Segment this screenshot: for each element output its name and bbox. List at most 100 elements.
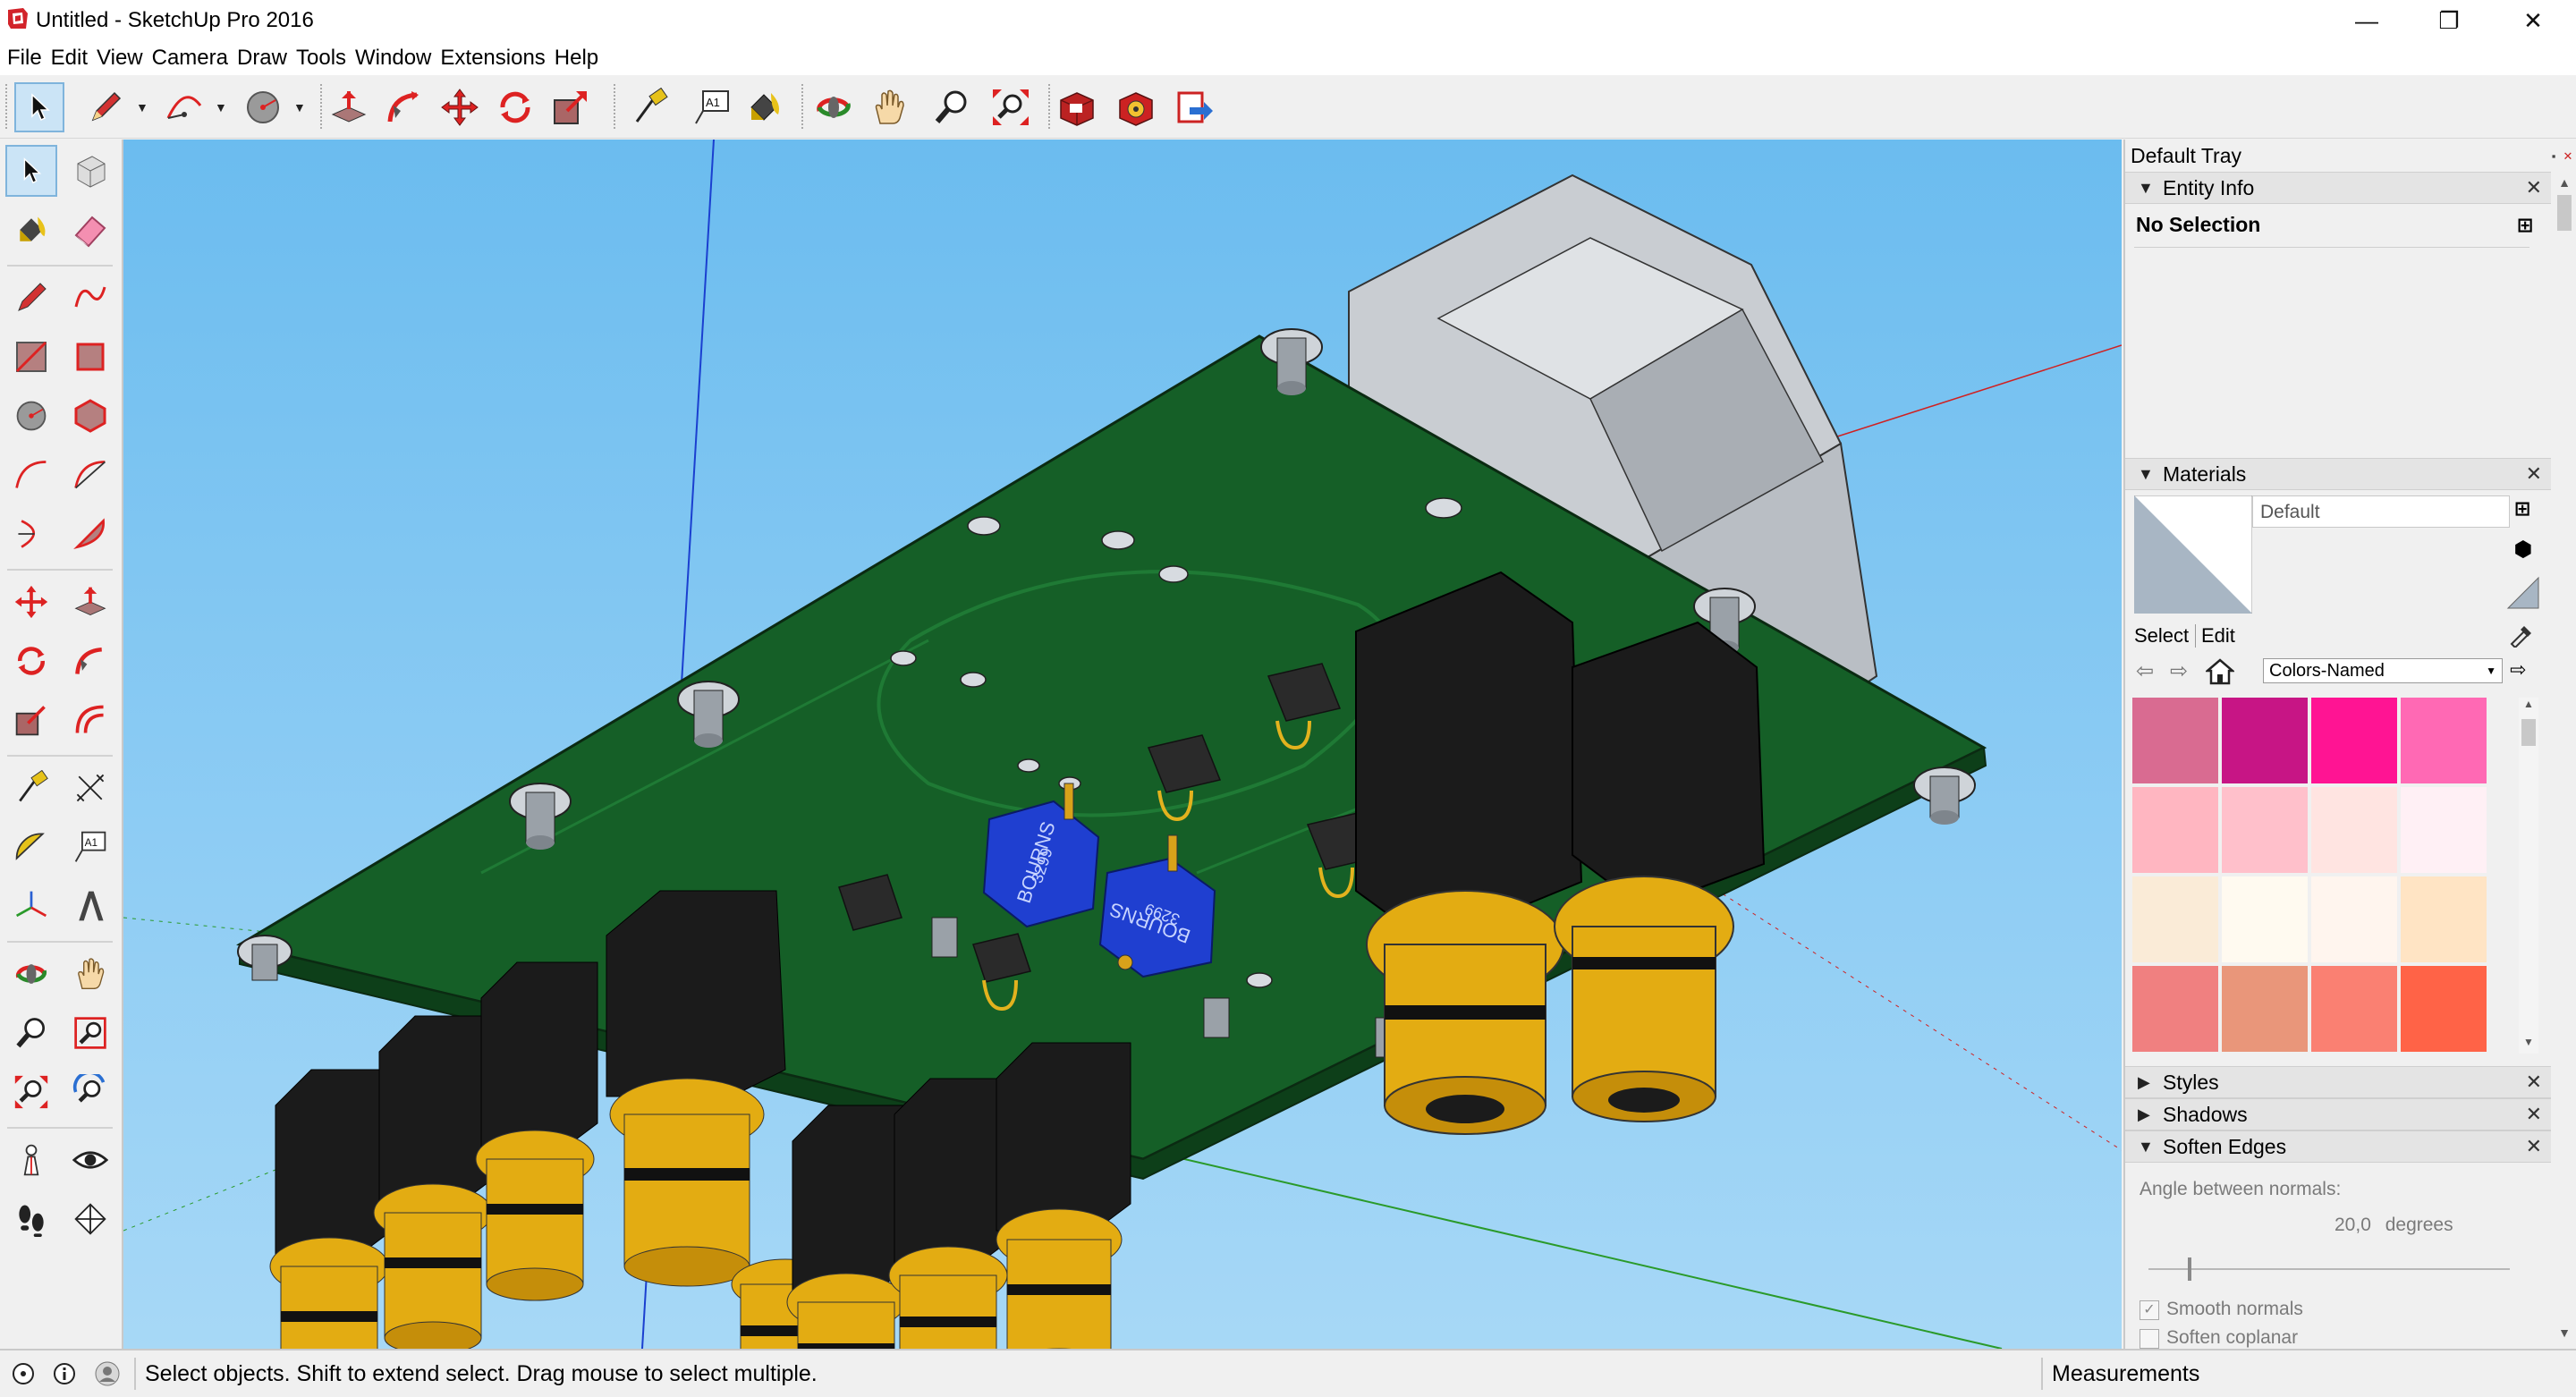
user-account-icon[interactable] (93, 1359, 122, 1388)
two-point-arc-tool-button[interactable] (64, 449, 116, 501)
menu-window[interactable]: Window (351, 41, 436, 75)
material-swatch[interactable] (2132, 876, 2218, 962)
scroll-down-icon[interactable]: ▼ (2553, 1322, 2576, 1343)
panel-close-icon[interactable]: ✕ (2526, 1131, 2542, 1162)
minimize-button[interactable]: — (2326, 0, 2408, 41)
eyedropper-icon[interactable] (2508, 621, 2535, 648)
zoom-extents-tool-button[interactable] (5, 1066, 57, 1118)
arc-tool-button[interactable] (159, 82, 209, 132)
rotated-rectangle-tool-button[interactable] (64, 331, 116, 383)
menu-edit[interactable]: Edit (47, 41, 92, 75)
push-pull-tool-button[interactable] (64, 576, 116, 628)
material-swatch[interactable] (2222, 787, 2308, 873)
maximize-button[interactable]: ❐ (2408, 0, 2490, 41)
toolbar-grip[interactable] (614, 84, 619, 129)
details-toggle-icon[interactable]: ⊞ (2515, 213, 2535, 238)
model-scene[interactable]: BOURNS 3299 BOURNS 3299 (123, 140, 2122, 1349)
3d-warehouse-button[interactable] (1052, 82, 1102, 132)
home-icon[interactable] (2206, 658, 2234, 685)
credits-info-icon[interactable] (50, 1359, 79, 1388)
scroll-up-icon[interactable]: ▲ (2519, 698, 2538, 710)
material-swatch[interactable] (2401, 876, 2487, 962)
protractor-tool-button[interactable] (5, 821, 57, 873)
pencil-line-tool-button[interactable] (5, 272, 57, 324)
create-material-icon[interactable]: ⊞ (2512, 497, 2533, 521)
menu-camera[interactable]: Camera (148, 41, 233, 75)
material-swatch[interactable] (2401, 966, 2487, 1052)
orbit-tool-button[interactable] (809, 82, 859, 132)
tape-measure-tool-button[interactable] (5, 762, 57, 814)
close-button[interactable]: ✕ (2492, 0, 2574, 41)
follow-me-tool-button[interactable] (64, 635, 116, 687)
tray-scrollbar[interactable]: ▲ ▼ (2553, 172, 2576, 1343)
make-component-button[interactable] (64, 145, 116, 197)
material-swatch[interactable] (2311, 787, 2397, 873)
rotate-tool-button[interactable] (5, 635, 57, 687)
material-swatch[interactable] (2311, 966, 2397, 1052)
material-swatch[interactable] (2311, 698, 2397, 783)
scroll-down-icon[interactable]: ▼ (2519, 1036, 2538, 1048)
freehand-tool-button[interactable] (64, 272, 116, 324)
material-swatch[interactable] (2311, 876, 2397, 962)
move-tool-button[interactable] (5, 576, 57, 628)
previous-view-button[interactable] (64, 1066, 116, 1118)
panel-close-icon[interactable]: ✕ (2526, 1067, 2542, 1097)
circle-dropdown-arrow-icon[interactable]: ▼ (293, 100, 306, 114)
panel-close-icon[interactable]: ✕ (2526, 173, 2542, 203)
zoom-extents-tool-button[interactable] (986, 82, 1036, 132)
material-swatch[interactable] (2222, 698, 2308, 783)
toolbar-grip[interactable] (5, 84, 11, 129)
zoom-tool-button[interactable] (927, 82, 977, 132)
scroll-thumb[interactable] (2521, 719, 2536, 746)
material-library-select[interactable]: Colors-Named ▼ (2263, 658, 2503, 683)
material-swatch[interactable] (2132, 698, 2218, 783)
pan-tool-button[interactable] (64, 948, 116, 1000)
circle-tool-button[interactable] (5, 390, 57, 442)
panel-header-materials[interactable]: ▼ Materials ✕ (2125, 458, 2551, 490)
model-viewport[interactable]: BOURNS 3299 BOURNS 3299 (123, 140, 2122, 1349)
text-tool-button[interactable]: A1 (64, 821, 116, 873)
pie-tool-button[interactable] (64, 508, 116, 560)
orbit-tool-button[interactable] (5, 948, 57, 1000)
rectangle-tool-button[interactable] (5, 331, 57, 383)
panel-close-icon[interactable]: ✕ (2526, 459, 2542, 489)
arc-tool-button[interactable] (5, 449, 57, 501)
three-point-arc-tool-button[interactable] (5, 508, 57, 560)
menu-extensions[interactable]: Extensions (436, 41, 549, 75)
material-name-field[interactable]: Default (2252, 495, 2510, 528)
3d-text-tool-button[interactable] (64, 880, 116, 932)
rca-jack-large-1[interactable] (1355, 571, 1583, 1135)
paint-bucket-tool-button[interactable] (5, 204, 57, 256)
forward-arrow-icon[interactable]: ⇨ (2170, 658, 2188, 684)
scroll-up-icon[interactable]: ▲ (2553, 172, 2576, 193)
offset-tool-button[interactable] (64, 694, 116, 746)
panel-close-icon[interactable]: ✕ (2526, 1099, 2542, 1130)
geo-location-icon[interactable] (9, 1359, 38, 1388)
push-pull-tool-button[interactable] (324, 82, 374, 132)
zoom-window-tool-button[interactable] (64, 1007, 116, 1059)
arc-dropdown-arrow-icon[interactable]: ▼ (215, 100, 227, 114)
extension-warehouse-button[interactable] (1111, 82, 1161, 132)
angle-slider-track[interactable] (2148, 1257, 2510, 1281)
swatch-scrollbar[interactable]: ▲ ▼ (2519, 698, 2538, 1054)
position-camera-tool-button[interactable] (5, 1134, 57, 1186)
panel-header-shadows[interactable]: ▶ Shadows ✕ (2125, 1098, 2551, 1130)
tray-pin-icon[interactable]: ▪ (2547, 150, 2560, 163)
toolbar-grip[interactable] (801, 84, 807, 129)
paint-bucket-tool-button[interactable] (739, 82, 789, 132)
scroll-thumb[interactable] (2557, 195, 2572, 231)
panel-header-soften-edges[interactable]: ▼ Soften Edges ✕ (2125, 1130, 2551, 1163)
walk-tool-button[interactable] (5, 1193, 57, 1245)
back-arrow-icon[interactable]: ⇦ (2136, 658, 2154, 684)
material-preview-toggle-icon[interactable] (2506, 574, 2540, 610)
angle-slider-thumb[interactable] (2188, 1257, 2192, 1281)
zoom-tool-button[interactable] (5, 1007, 57, 1059)
pencil-dropdown-arrow-icon[interactable]: ▼ (136, 100, 148, 114)
tray-close-icon[interactable]: ✕ (2562, 150, 2574, 163)
material-swatch[interactable] (2132, 966, 2218, 1052)
follow-me-tool-button[interactable] (379, 82, 429, 132)
menu-help[interactable]: Help (550, 41, 603, 75)
materials-tab-edit[interactable]: Edit (2195, 624, 2235, 648)
eraser-tool-button[interactable] (64, 204, 116, 256)
dimension-tool-button[interactable] (64, 762, 116, 814)
